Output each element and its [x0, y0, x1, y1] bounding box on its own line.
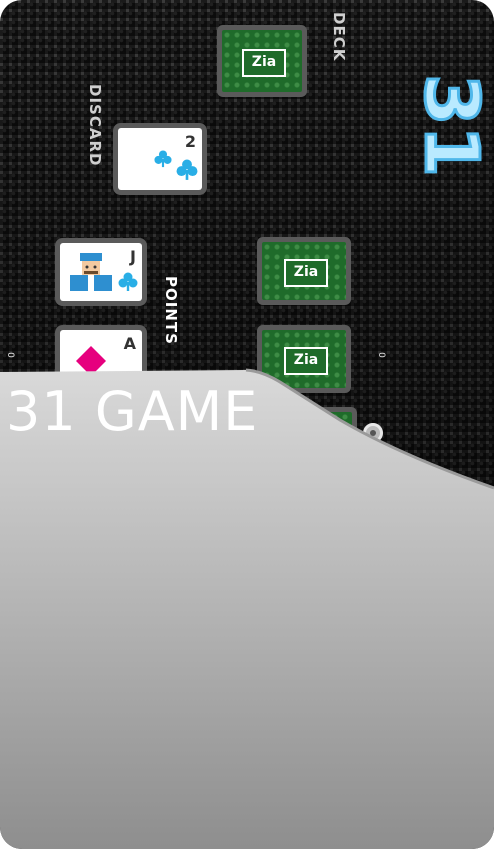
game-title: 31 GAME [6, 380, 259, 443]
game-board: DECK DISCARD POINTS 0 0 Zia 2 J A Zia Zi… [0, 0, 494, 849]
